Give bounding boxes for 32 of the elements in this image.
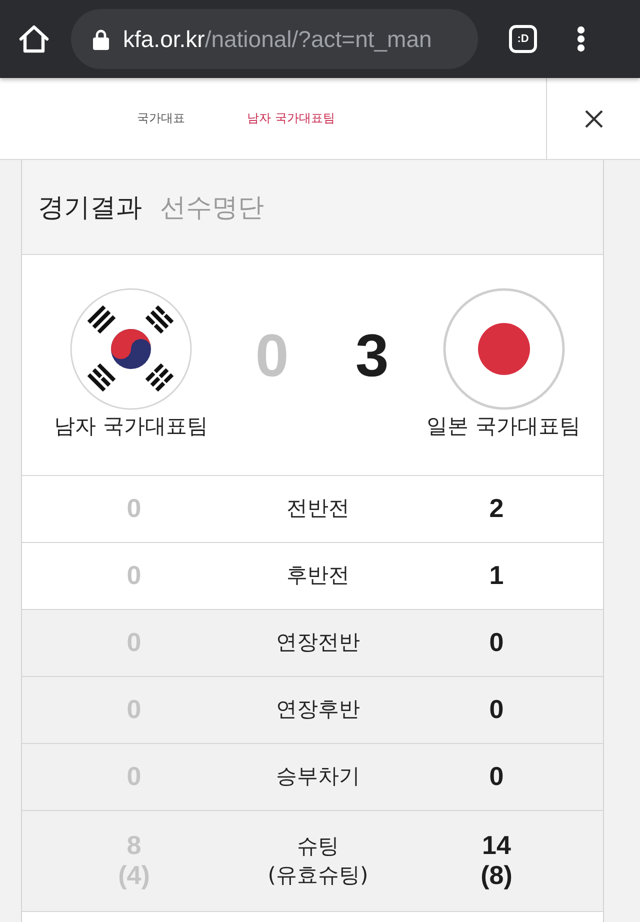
team-name: 일본 국가대표팀	[426, 413, 580, 440]
team-score: 0	[255, 326, 289, 386]
home-icon	[18, 24, 50, 54]
stat-label: 연장전반	[276, 629, 360, 656]
away-stat: 2	[489, 494, 504, 524]
away-stat: 1	[489, 561, 504, 591]
away-stat: 0	[489, 762, 504, 792]
stat-label: 승부차기	[276, 763, 360, 790]
team-name: 남자 국가대표팀	[54, 413, 208, 440]
stat-label: 연장후반	[276, 696, 360, 724]
away-stat: 14 (8)	[480, 831, 512, 891]
team-score: 3	[355, 326, 389, 386]
away-stat: 0	[489, 628, 504, 658]
menu-icon	[577, 26, 585, 52]
url-text: kfa.or.kr/national/?act=nt_man	[123, 26, 432, 52]
home-stat: 0	[126, 561, 142, 591]
card-tab[interactable]: 경기결과	[38, 190, 142, 224]
close-icon	[584, 110, 602, 128]
away-stat: 0	[489, 695, 504, 725]
stat-label: 후반전	[286, 562, 350, 590]
nav-link[interactable]: 국가대표	[137, 110, 185, 127]
address-bar[interactable]: kfa.or.kr/national/?act=nt_man	[71, 9, 478, 69]
stat-label: 슈팅 (유효슈팅)	[268, 832, 368, 889]
korea-flag-icon	[70, 288, 192, 410]
nav-link[interactable]: 남자 국가대표팀	[247, 110, 335, 127]
lock-icon	[93, 28, 109, 50]
menu-button[interactable]	[577, 26, 585, 52]
home-button[interactable]	[18, 24, 50, 54]
tab-switcher-button[interactable]: :D	[509, 25, 537, 53]
japan-flag-icon	[442, 288, 564, 410]
stat-label: 전반전	[286, 495, 350, 522]
home-stat: 0	[126, 494, 142, 524]
